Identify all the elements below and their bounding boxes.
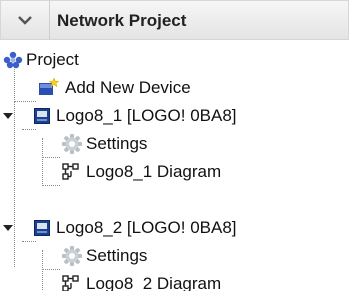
tree-item-label: Settings <box>86 246 148 265</box>
tree-item-label: Logo8_2 [LOGO! 0BA8] <box>56 218 237 237</box>
network-icon <box>3 51 23 69</box>
logo-device-icon <box>34 220 50 236</box>
gear-icon <box>62 246 82 266</box>
tree-item-label: Logo8_1 [LOGO! 0BA8] <box>56 106 237 125</box>
tree-item-project[interactable]: Project <box>0 46 351 74</box>
panel-header: Network Project <box>0 0 349 40</box>
diagram-icon <box>62 275 79 291</box>
tree-item-settings[interactable]: Settings <box>0 130 351 158</box>
tree-item-label: Logo8_1 Diagram <box>86 162 222 181</box>
network-project-panel: Network Project Project Add New Device L… <box>0 0 351 291</box>
chevron-down-icon <box>18 16 32 25</box>
expand-arrow-icon[interactable] <box>3 223 13 233</box>
add-device-icon <box>39 77 60 95</box>
logo-device-icon <box>34 108 50 124</box>
tree-item-label: Settings <box>86 134 148 153</box>
tree-item-label: Logo8_2 Diagram <box>86 274 222 291</box>
expand-arrow-icon[interactable] <box>3 111 13 121</box>
panel-title: Network Project <box>57 11 187 30</box>
tree-item-device[interactable]: Logo8_2 [LOGO! 0BA8] <box>0 214 351 242</box>
tree-item-settings[interactable]: Settings <box>0 242 351 270</box>
gear-icon <box>62 134 82 154</box>
diagram-icon <box>62 163 79 180</box>
collapse-button[interactable] <box>1 1 50 39</box>
tree-item-add-device[interactable]: Add New Device <box>0 74 351 102</box>
tree-item-diagram[interactable]: Logo8_1 Diagram <box>0 158 351 186</box>
tree-item-diagram[interactable]: Logo8_2 Diagram <box>0 270 351 291</box>
tree-item-label: Add New Device <box>65 78 191 97</box>
tree-item-label: Project <box>26 50 79 69</box>
tree-item-device[interactable]: Logo8_1 [LOGO! 0BA8] <box>0 102 351 130</box>
